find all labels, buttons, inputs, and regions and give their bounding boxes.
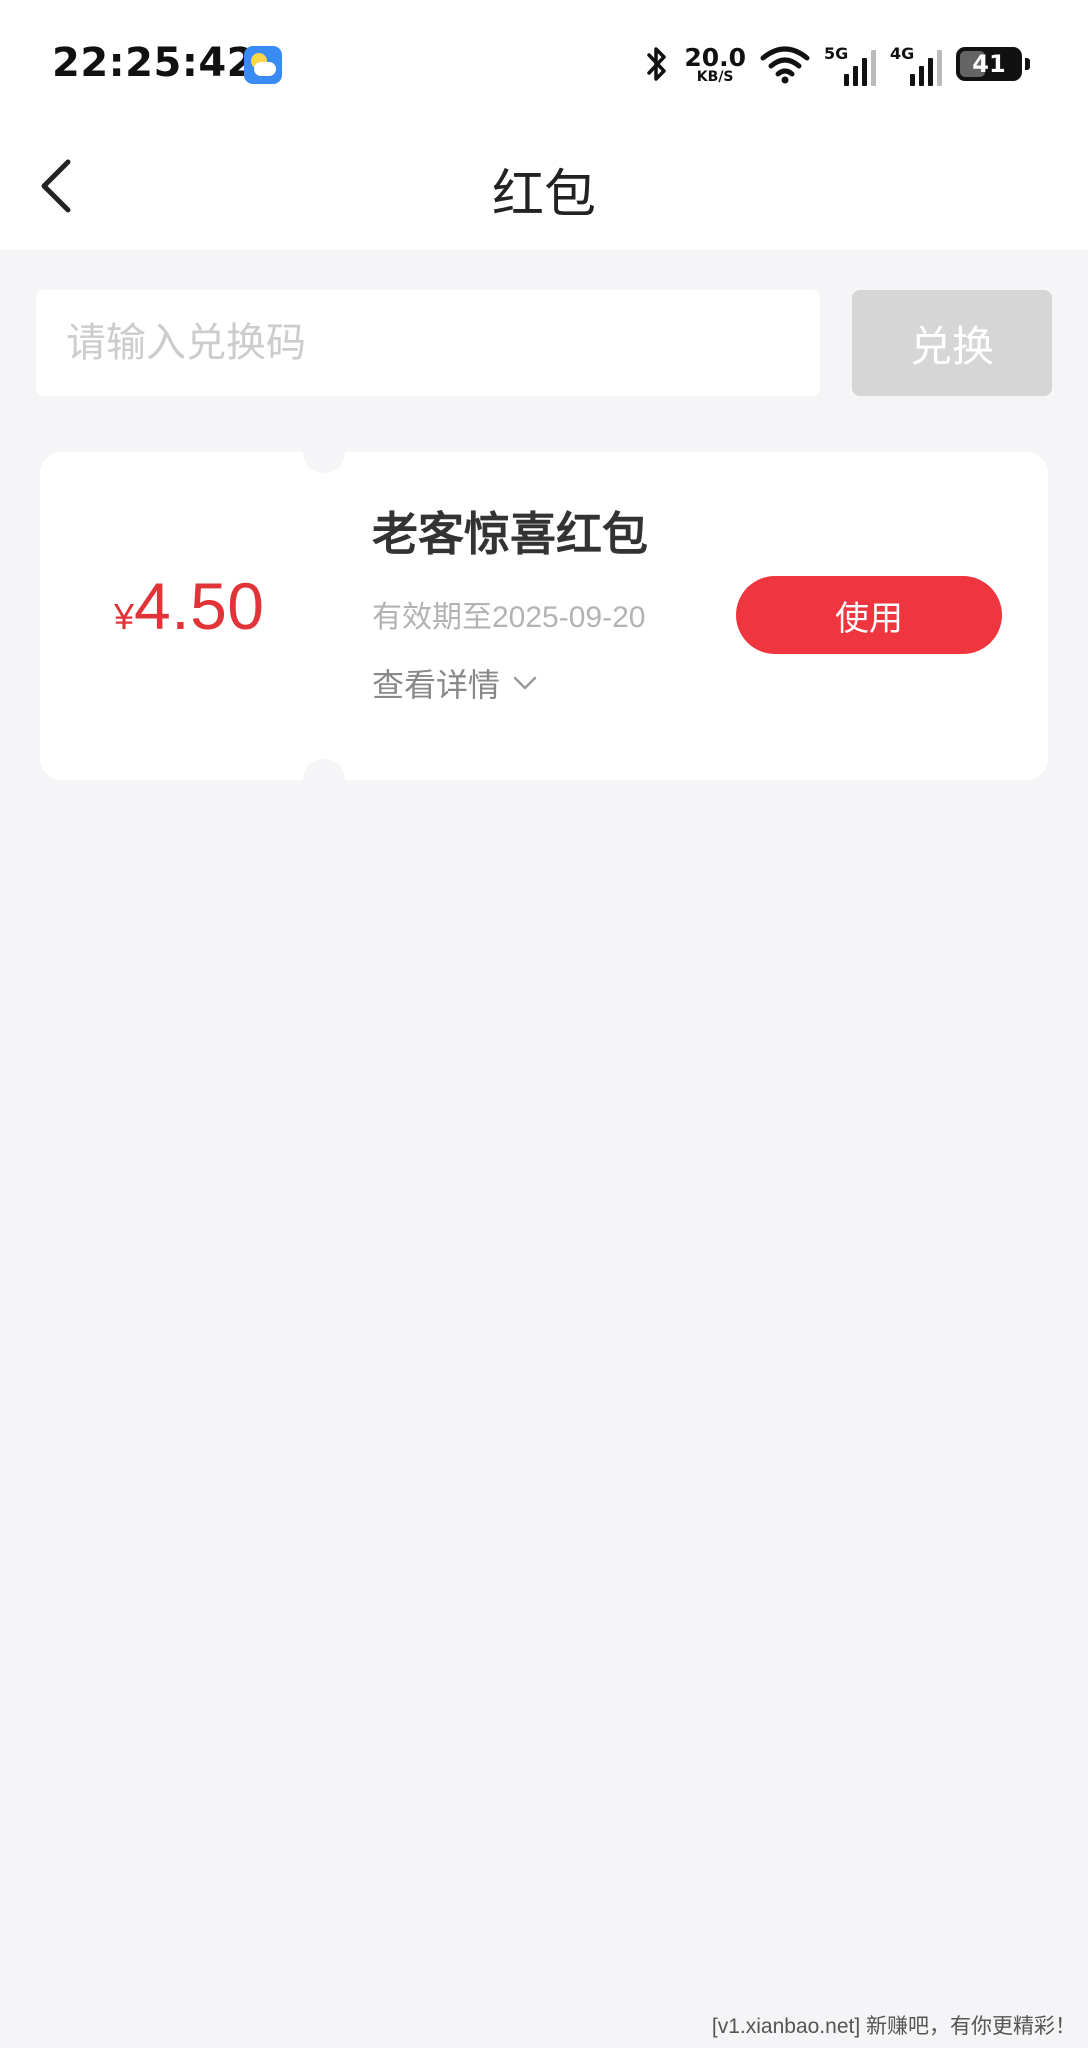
coupon-validity: 有效期至2025-09-20 [372, 601, 646, 634]
network-speed-unit: KB/S [696, 68, 734, 85]
coupon-card: ¥4.50 老客惊喜红包 有效期至2025-09-20 查看详情 使用 [40, 431, 1048, 801]
coupon-notch-bottom [303, 759, 345, 801]
watermark: [v1.xianbao.net] 新赚吧，有你更精彩！ [711, 2015, 1076, 2038]
signal-4g-icon: 4G [890, 42, 942, 86]
chevron-down-icon [513, 676, 537, 690]
coupon-details-toggle[interactable]: 查看详情 [372, 660, 538, 706]
use-coupon-button[interactable]: 使用 [736, 576, 1002, 654]
wifi-icon [760, 46, 810, 84]
coupon-amount: ¥4.50 [114, 568, 265, 644]
battery-icon: 41 [956, 47, 1030, 81]
bluetooth-icon [647, 47, 667, 81]
signal-5g-icon: 5G [824, 42, 876, 86]
red-packet-page: 22:25:42 20.0 KB/S 5G 4G 41 红包 请输入兑换码 兑换… [0, 0, 1088, 2048]
page-title: 红包 [491, 166, 596, 224]
redeem-button[interactable]: 兑换 [852, 290, 1052, 396]
network-speed-value: 20.0 [684, 42, 746, 72]
weather-partly-cloudy-icon [244, 46, 282, 84]
coupon-amount-value: 4.50 [134, 569, 265, 643]
top-area: 22:25:42 20.0 KB/S 5G 4G 41 红包 [0, 0, 1088, 250]
battery-level: 41 [972, 50, 1006, 78]
coupon-notch-top [303, 431, 345, 473]
redeem-code-input[interactable] [36, 290, 820, 396]
status-time: 22:25:42 [52, 40, 255, 86]
status-indicators: 20.0 KB/S 5G 4G 41 [644, 42, 1030, 86]
network-speed: 20.0 KB/S [684, 45, 746, 84]
coupon-currency: ¥ [114, 596, 135, 637]
coupon-details-label: 查看详情 [372, 667, 501, 703]
coupon-title: 老客惊喜红包 [372, 508, 648, 560]
